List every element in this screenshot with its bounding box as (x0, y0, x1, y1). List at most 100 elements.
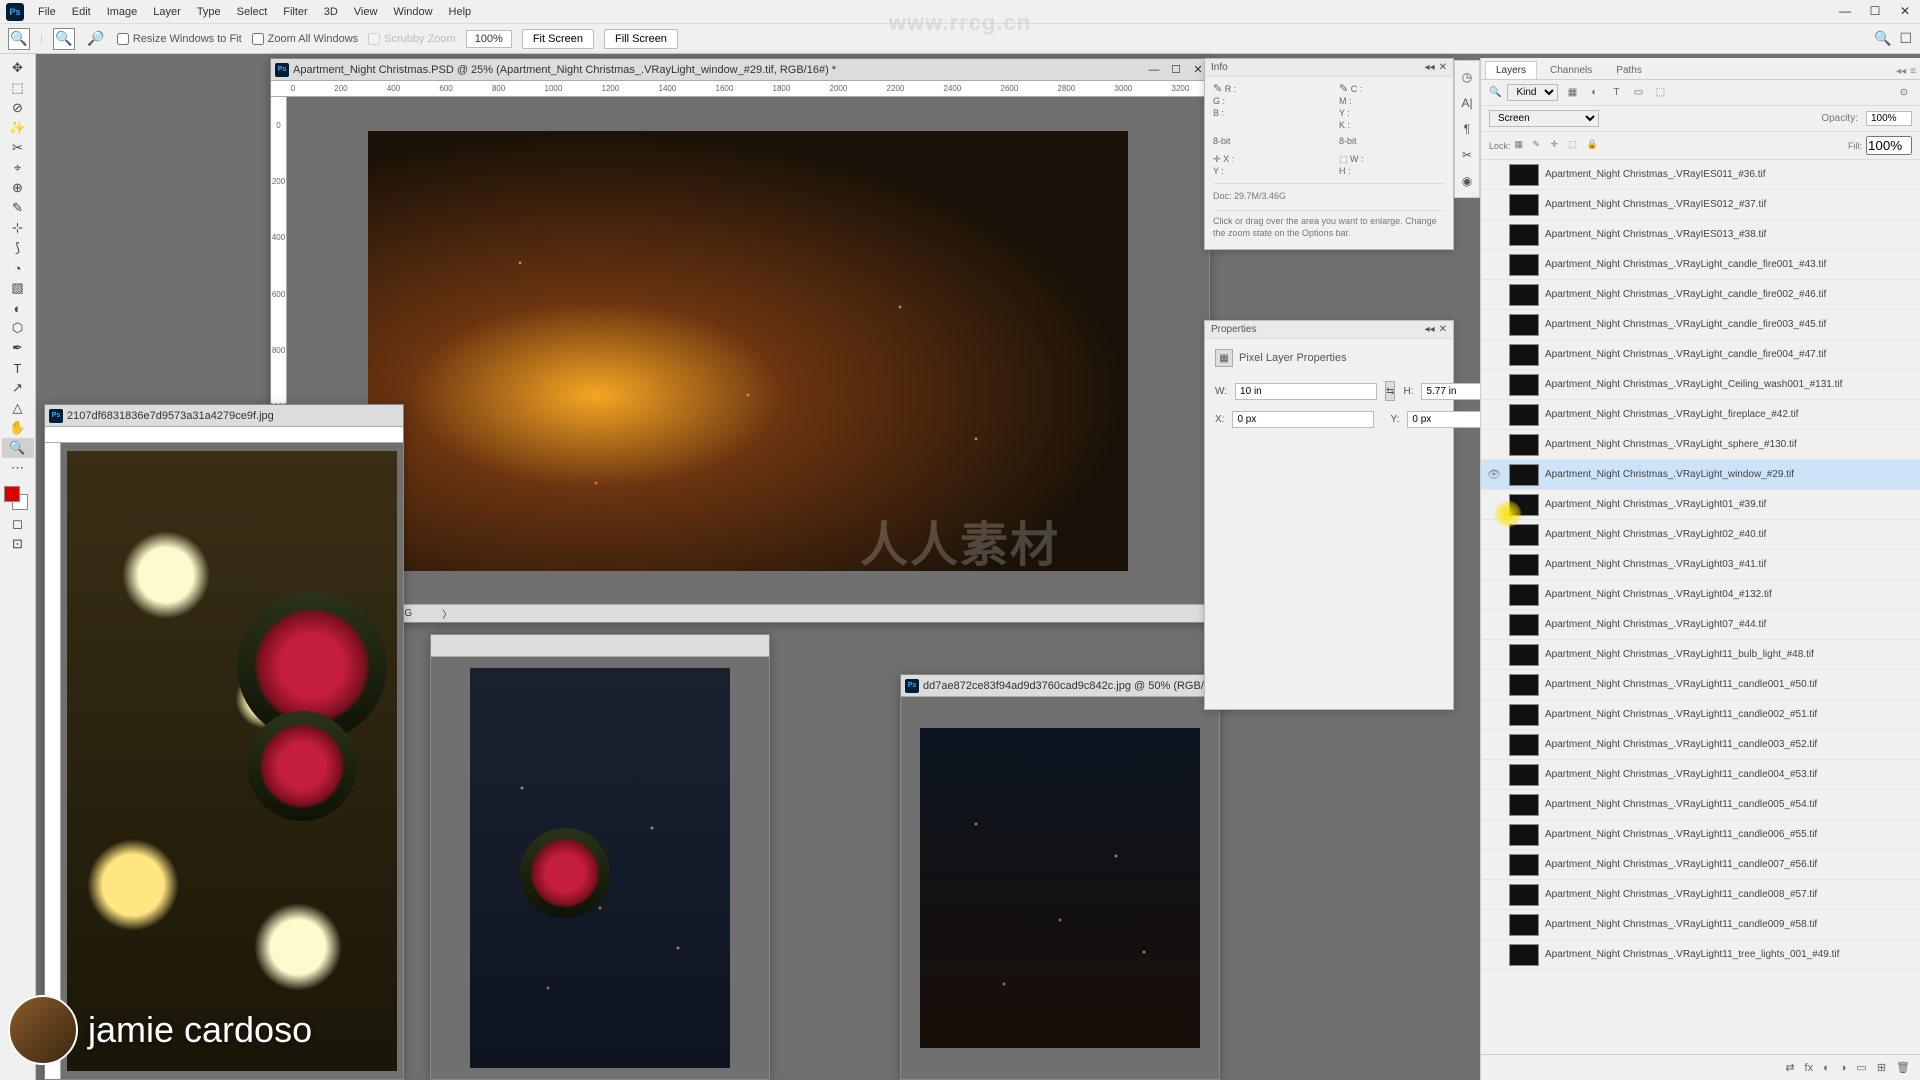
lock-transparent-icon[interactable]: ▦ (1515, 139, 1529, 153)
zoom-value[interactable]: 100% (466, 30, 512, 48)
layer-item[interactable]: Apartment_Night Christmas_.VRayLight02_#… (1481, 520, 1920, 550)
menu-type[interactable]: Type (189, 6, 229, 18)
quick-mask[interactable]: ◻ (2, 514, 34, 534)
visibility-toggle[interactable] (1485, 526, 1503, 544)
new-layer-icon[interactable]: ⊞ (1877, 1061, 1886, 1074)
layer-item[interactable]: Apartment_Night Christmas_.VRayLight11_c… (1481, 910, 1920, 940)
tab-channels[interactable]: Channels (1539, 61, 1603, 79)
layer-item[interactable]: Apartment_Night Christmas_.VRayIES012_#3… (1481, 190, 1920, 220)
layer-item[interactable]: Apartment_Night Christmas_.VRayLight11_b… (1481, 640, 1920, 670)
tool-move[interactable]: ✥ (2, 58, 34, 78)
group-icon[interactable]: ▭ (1856, 1061, 1866, 1074)
visibility-toggle[interactable] (1485, 916, 1503, 934)
document-tab-tree[interactable] (431, 635, 769, 657)
visibility-toggle[interactable] (1485, 796, 1503, 814)
link-layers-icon[interactable]: ⇄ (1785, 1061, 1794, 1074)
tool-brush[interactable]: ✎ (2, 198, 34, 218)
fit-screen-button[interactable]: Fit Screen (522, 29, 594, 49)
delete-layer-icon[interactable]: 🗑 (1896, 1061, 1910, 1074)
layer-item[interactable]: Apartment_Night Christmas_.VRayLight07_#… (1481, 610, 1920, 640)
filter-type-icon[interactable]: T (1608, 85, 1624, 101)
tool-type[interactable]: T (2, 358, 34, 378)
visibility-toggle[interactable] (1485, 226, 1503, 244)
visibility-toggle[interactable] (1485, 706, 1503, 724)
menu-window[interactable]: Window (385, 6, 440, 18)
visibility-toggle[interactable] (1485, 646, 1503, 664)
collapse-icon[interactable]: ◂◂ (1425, 324, 1435, 335)
visibility-toggle[interactable] (1485, 766, 1503, 784)
tool-crop[interactable]: ✂ (2, 138, 34, 158)
layer-item[interactable]: Apartment_Night Christmas_.VRayLight_can… (1481, 340, 1920, 370)
layer-item[interactable]: Apartment_Night Christmas_.VRayLight04_#… (1481, 580, 1920, 610)
doc-maximize[interactable]: ☐ (1165, 60, 1187, 80)
visibility-toggle[interactable] (1485, 346, 1503, 364)
visibility-toggle[interactable] (1485, 316, 1503, 334)
history-icon[interactable]: ◷ (1457, 65, 1477, 89)
color-swatches[interactable] (0, 486, 35, 514)
visibility-toggle[interactable] (1485, 436, 1503, 454)
collapse-icon[interactable]: ◂◂ (1896, 66, 1906, 77)
visibility-toggle[interactable] (1485, 196, 1503, 214)
minimize-button[interactable]: — (1830, 0, 1860, 22)
layer-item[interactable]: Apartment_Night Christmas_.VRayLight03_#… (1481, 550, 1920, 580)
layer-list[interactable]: Apartment_Night Christmas_.VRayIES011_#3… (1481, 160, 1920, 1054)
layer-item[interactable]: 👁Apartment_Night Christmas_.VRayLight_wi… (1481, 460, 1920, 490)
blend-mode-select[interactable]: Screen (1489, 110, 1599, 127)
visibility-toggle[interactable] (1485, 166, 1503, 184)
adjustment-layer-icon[interactable]: ◑ (1840, 1062, 1847, 1074)
filter-shape-icon[interactable]: ▭ (1630, 85, 1646, 101)
visibility-toggle[interactable] (1485, 856, 1503, 874)
tab-paths[interactable]: Paths (1605, 61, 1653, 79)
menu-help[interactable]: Help (441, 6, 480, 18)
tool-hand[interactable]: ✋ (2, 418, 34, 438)
layer-item[interactable]: Apartment_Night Christmas_.VRayLight_fir… (1481, 400, 1920, 430)
canvas-tree[interactable] (431, 657, 769, 1079)
menu-select[interactable]: Select (229, 6, 276, 18)
document-tab-bokeh[interactable]: Ps 2107df6831836e7d9573a31a4279ce9f.jpg (45, 405, 403, 427)
menu-file[interactable]: File (30, 6, 64, 18)
maximize-button[interactable]: ☐ (1860, 0, 1890, 22)
fx-icon[interactable]: fx (1805, 1062, 1814, 1074)
layer-item[interactable]: Apartment_Night Christmas_.VRayLight_can… (1481, 250, 1920, 280)
layer-item[interactable]: Apartment_Night Christmas_.VRayLight11_t… (1481, 940, 1920, 970)
collapse-icon[interactable]: ◂◂ (1425, 62, 1435, 73)
link-wh-icon[interactable]: ⇆ (1385, 381, 1395, 401)
foreground-color[interactable] (4, 486, 20, 502)
tool-eraser[interactable]: ◔ (2, 258, 34, 278)
canvas-main[interactable] (287, 97, 1209, 604)
visibility-toggle[interactable] (1485, 586, 1503, 604)
zoom-all-checkbox[interactable]: Zoom All Windows (252, 33, 358, 45)
close-icon[interactable]: ✕ (1439, 324, 1447, 335)
filter-adjustment-icon[interactable]: ◐ (1586, 85, 1602, 101)
adjustments-icon[interactable]: ✂ (1457, 143, 1477, 167)
tool-magic-wand[interactable]: ✨ (2, 118, 34, 138)
menu-edit[interactable]: Edit (64, 6, 99, 18)
mask-icon[interactable]: ◐ (1823, 1062, 1830, 1074)
layer-item[interactable]: Apartment_Night Christmas_.VRayIES011_#3… (1481, 160, 1920, 190)
search-icon[interactable]: 🔍 (1874, 30, 1891, 47)
tool-shape[interactable]: △ (2, 398, 34, 418)
visibility-toggle[interactable] (1485, 826, 1503, 844)
workspace-icon[interactable]: ☐ (1899, 30, 1912, 47)
prop-x[interactable] (1232, 411, 1374, 428)
tool-lasso[interactable]: ⊘ (2, 98, 34, 118)
tool-pen[interactable]: ✒ (2, 338, 34, 358)
layer-item[interactable]: Apartment_Night Christmas_.VRayLight11_c… (1481, 730, 1920, 760)
layer-item[interactable]: Apartment_Night Christmas_.VRayLight11_c… (1481, 760, 1920, 790)
lock-image-icon[interactable]: ✎ (1533, 139, 1547, 153)
tool-marquee[interactable]: ⬚ (2, 78, 34, 98)
layer-item[interactable]: Apartment_Night Christmas_.VRayLight11_c… (1481, 880, 1920, 910)
visibility-toggle[interactable] (1485, 886, 1503, 904)
tool-zoom[interactable]: 🔍 (2, 438, 34, 458)
document-tab-main[interactable]: Ps Apartment_Night Christmas.PSD @ 25% (… (271, 59, 1209, 81)
layer-item[interactable]: Apartment_Night Christmas_.VRayLight01_#… (1481, 490, 1920, 520)
close-button[interactable]: ✕ (1890, 0, 1920, 22)
menu-layer[interactable]: Layer (145, 6, 189, 18)
screen-mode[interactable]: ⊡ (2, 534, 34, 554)
document-tab-street[interactable]: Ps dd7ae872ce83f94ad9d3760cad9c842c.jpg … (901, 675, 1219, 697)
visibility-toggle[interactable] (1485, 616, 1503, 634)
tool-more[interactable]: ⋯ (2, 458, 34, 478)
menu-filter[interactable]: Filter (275, 6, 315, 18)
filter-pixel-icon[interactable]: ▦ (1564, 85, 1580, 101)
visibility-toggle[interactable] (1485, 676, 1503, 694)
